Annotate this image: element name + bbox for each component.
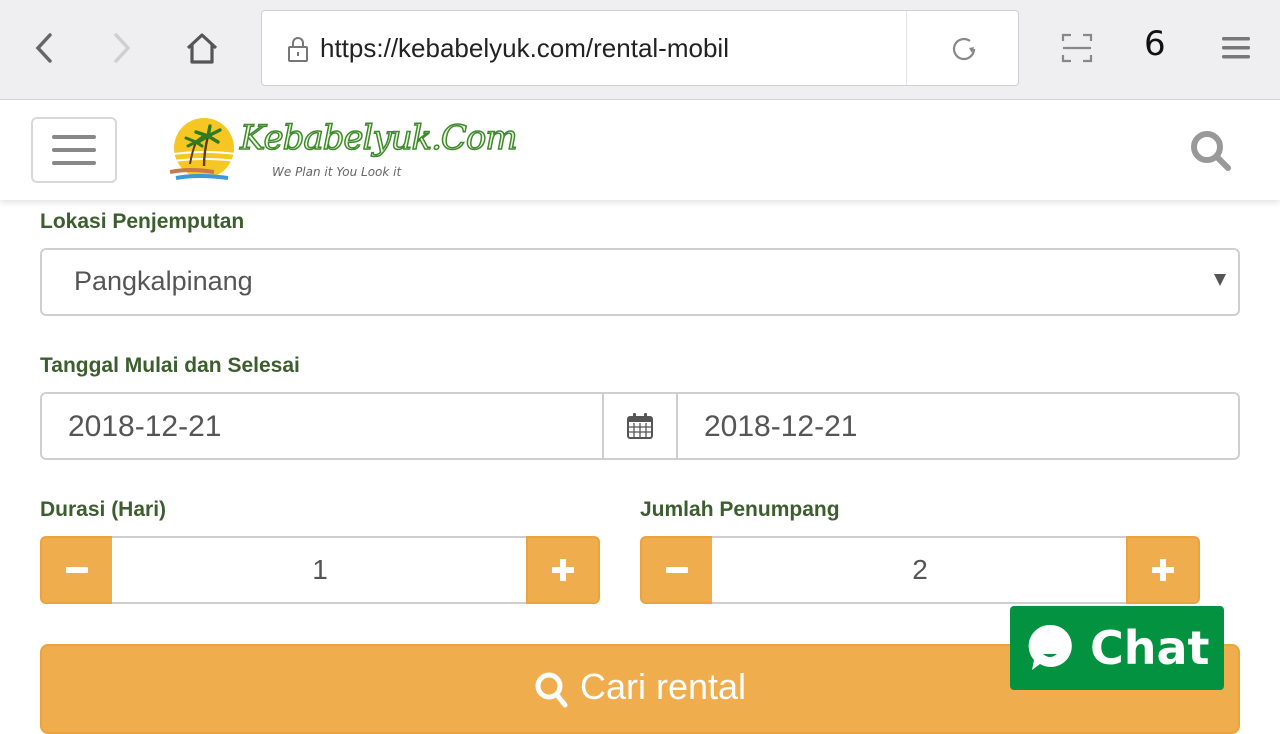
hamburger-menu-button[interactable] [31, 117, 117, 183]
search-rental-label: Cari rental [579, 666, 747, 707]
pickup-location-select[interactable]: Pangkalpinang [40, 248, 1240, 316]
passengers-input[interactable]: 2 [712, 536, 1128, 604]
passengers-stepper: 2 [640, 536, 1200, 604]
passengers-label: Jumlah Penumpang [640, 498, 840, 521]
back-button[interactable] [20, 24, 68, 72]
search-icon[interactable] [1188, 128, 1234, 174]
address-bar[interactable]: https://kebabelyuk.com/rental-mobil [261, 10, 1019, 86]
end-date-value: 2018-12-21 [704, 410, 858, 443]
url-divider [906, 11, 907, 85]
browser-toolbar: https://kebabelyuk.com/rental-mobil 6 [0, 0, 1280, 100]
calendar-icon [627, 413, 653, 439]
forward-button[interactable] [98, 24, 146, 72]
plus-icon [552, 559, 574, 581]
start-date-input[interactable]: 2018-12-21 [42, 394, 602, 458]
start-date-value: 2018-12-21 [68, 410, 222, 443]
tab-count[interactable]: 6 [1144, 24, 1166, 64]
hamburger-icon-bar [52, 161, 96, 165]
duration-input[interactable]: 1 [112, 536, 528, 604]
logo-tagline: We Plan it You Look it [272, 165, 402, 179]
plus-icon [1152, 559, 1174, 581]
site-logo[interactable]: Kebabelyuk.Com We Plan it You Look it [170, 114, 518, 186]
chevron-left-icon [35, 33, 52, 63]
minus-icon [666, 567, 688, 573]
logo-text: Kebabelyuk.Com [239, 117, 518, 159]
pickup-location-value: Pangkalpinang [74, 266, 253, 296]
duration-increment-button[interactable] [526, 536, 600, 604]
date-range-label: Tanggal Mulai dan Selesai [40, 354, 300, 377]
home-icon [186, 33, 218, 64]
minus-icon [66, 567, 88, 573]
calendar-addon[interactable] [602, 394, 678, 458]
lock-icon [288, 37, 308, 62]
home-button[interactable] [178, 24, 226, 72]
hamburger-icon-bar [52, 135, 96, 139]
search-icon [535, 672, 568, 708]
logo-sun-palm-icon [170, 118, 237, 180]
chat-bubble-icon [1028, 624, 1072, 670]
duration-label: Durasi (Hari) [40, 498, 167, 521]
menu-icon[interactable] [1222, 36, 1250, 60]
reload-icon[interactable] [948, 33, 980, 65]
scan-icon[interactable] [1060, 32, 1094, 64]
date-range-group: 2018-12-21 2018-12-21 [40, 392, 1240, 460]
hamburger-icon-bar [52, 148, 96, 152]
duration-stepper: 1 [40, 536, 600, 604]
pickup-location-label: Lokasi Penjemputan [40, 210, 245, 233]
site-header: Kebabelyuk.Com We Plan it You Look it [0, 100, 1280, 200]
end-date-input[interactable]: 2018-12-21 [678, 394, 1238, 458]
duration-decrement-button[interactable] [40, 536, 114, 604]
chat-label: Chat [1090, 621, 1210, 675]
caret-down-icon [1214, 274, 1226, 286]
passengers-decrement-button[interactable] [640, 536, 714, 604]
chat-button[interactable]: Chat [1010, 606, 1224, 690]
chevron-right-icon [114, 33, 131, 63]
url-text[interactable]: https://kebabelyuk.com/rental-mobil [320, 33, 729, 64]
passengers-increment-button[interactable] [1126, 536, 1200, 604]
